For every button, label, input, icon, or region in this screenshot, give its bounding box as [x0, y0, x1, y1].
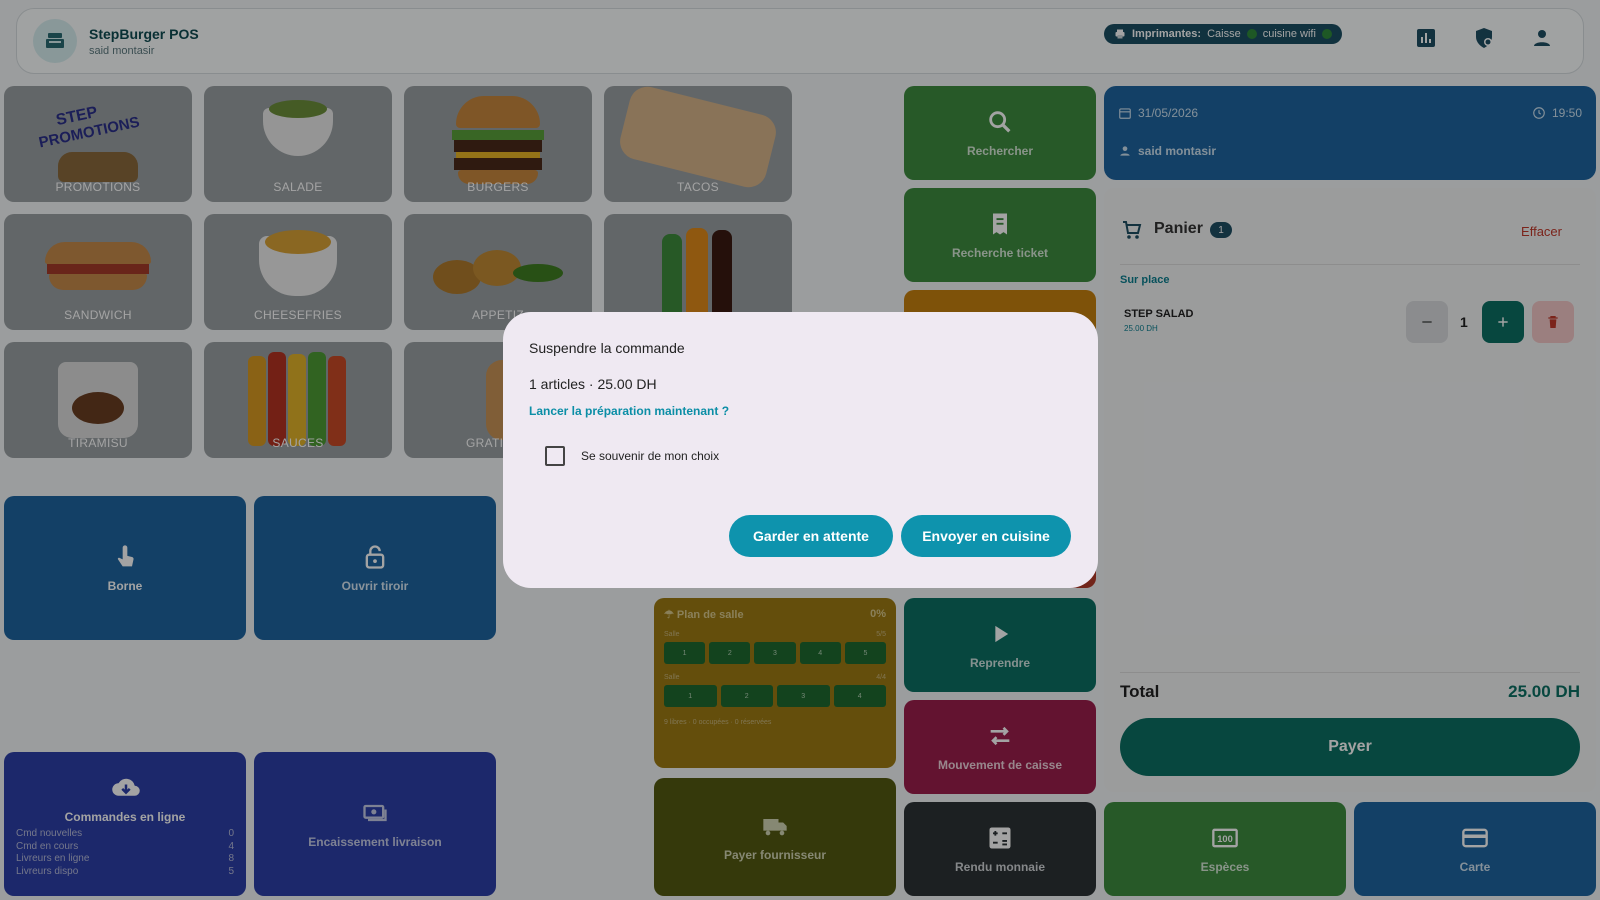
- remember-choice[interactable]: Se souvenir de mon choix: [545, 446, 1072, 466]
- dialog-question: Lancer la préparation maintenant ?: [529, 404, 730, 418]
- dialog-summary: 1 articles · 25.00 DH: [529, 376, 657, 392]
- remember-label: Se souvenir de mon choix: [581, 449, 720, 463]
- send-kitchen-button[interactable]: Envoyer en cuisine: [901, 515, 1071, 557]
- dialog-title: Suspendre la commande: [529, 340, 685, 356]
- hold-order-button[interactable]: Garder en attente: [729, 515, 893, 557]
- suspend-order-dialog: Suspendre la commande 1 articles · 25.00…: [503, 312, 1098, 588]
- remember-checkbox[interactable]: [545, 446, 565, 466]
